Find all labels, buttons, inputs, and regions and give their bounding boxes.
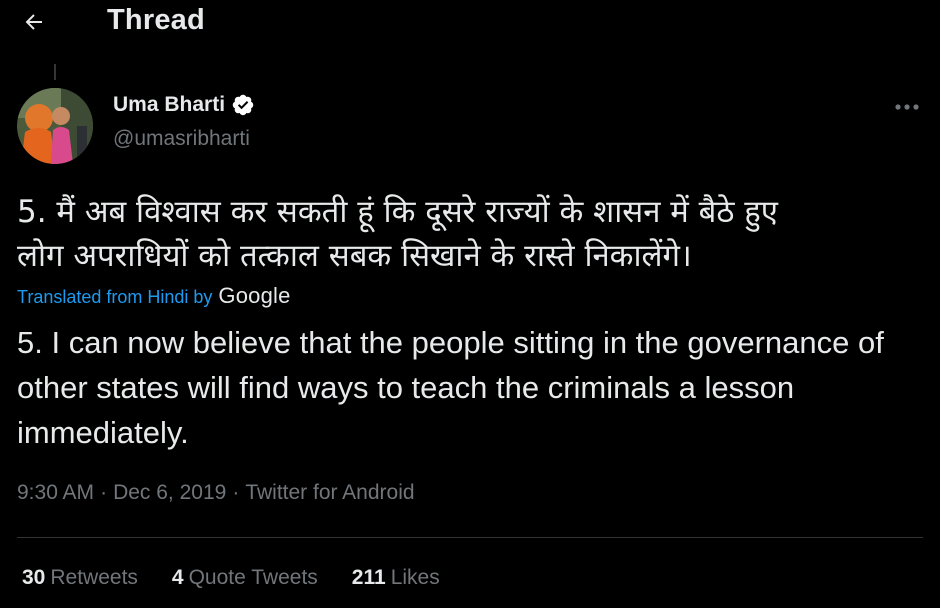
author-name-row[interactable]: Uma Bharti [113,93,255,117]
retweets-count: 30 [22,566,46,589]
tweet-date[interactable]: Dec 6, 2019 [113,481,226,505]
likes-stat[interactable]: 211 Likes [352,566,440,590]
thread-connector-line [54,64,56,80]
quote-tweets-count: 4 [171,566,184,589]
author-handle[interactable]: @umasribharti [113,127,250,151]
translated-from-label: Translated from Hindi by [17,287,213,307]
tweet-text-line: लोग अपराधियों को तत्काल सबक सिखाने के रा… [17,238,692,274]
author-name: Uma Bharti [113,93,226,116]
google-logo: Google [218,283,291,308]
divider [17,537,923,538]
quote-tweets-stat[interactable]: 4 Quote Tweets [172,566,318,590]
thread-header: Thread [0,0,940,48]
tweet-metadata: 9:30 AM · Dec 6, 2019 · Twitter for Andr… [17,481,415,505]
verified-badge-icon [231,93,255,117]
likes-label: Likes [390,566,440,589]
retweets-label: Retweets [50,566,138,589]
meta-separator: · [100,481,108,504]
back-button[interactable] [16,6,52,42]
translated-tweet-text: 5. I can now believe that the people sit… [17,325,884,450]
page-title: Thread [107,4,205,36]
translation-attribution[interactable]: Translated from Hindi by Google [17,283,291,309]
tweet-text-line: 5. मैं अब विश्वास कर सकती हूं कि दूसरे र… [17,194,778,230]
quote-tweets-label: Quote Tweets [188,566,318,589]
arrow-left-icon [22,10,46,39]
tweet-text: 5. मैं अब विश्वास कर सकती हूं कि दूसरे र… [17,190,922,278]
avatar[interactable] [17,88,93,164]
tweet-time[interactable]: 9:30 AM [17,481,94,505]
more-options-button[interactable] [888,92,926,122]
retweets-stat[interactable]: 30 Retweets [22,566,138,590]
likes-count: 211 [351,566,386,589]
tweet-source[interactable]: Twitter for Android [245,481,414,505]
engagement-stats: 30 Retweets 4 Quote Tweets 211 Likes [22,566,474,590]
meta-separator: · [232,481,240,504]
more-dots-icon [894,98,920,116]
